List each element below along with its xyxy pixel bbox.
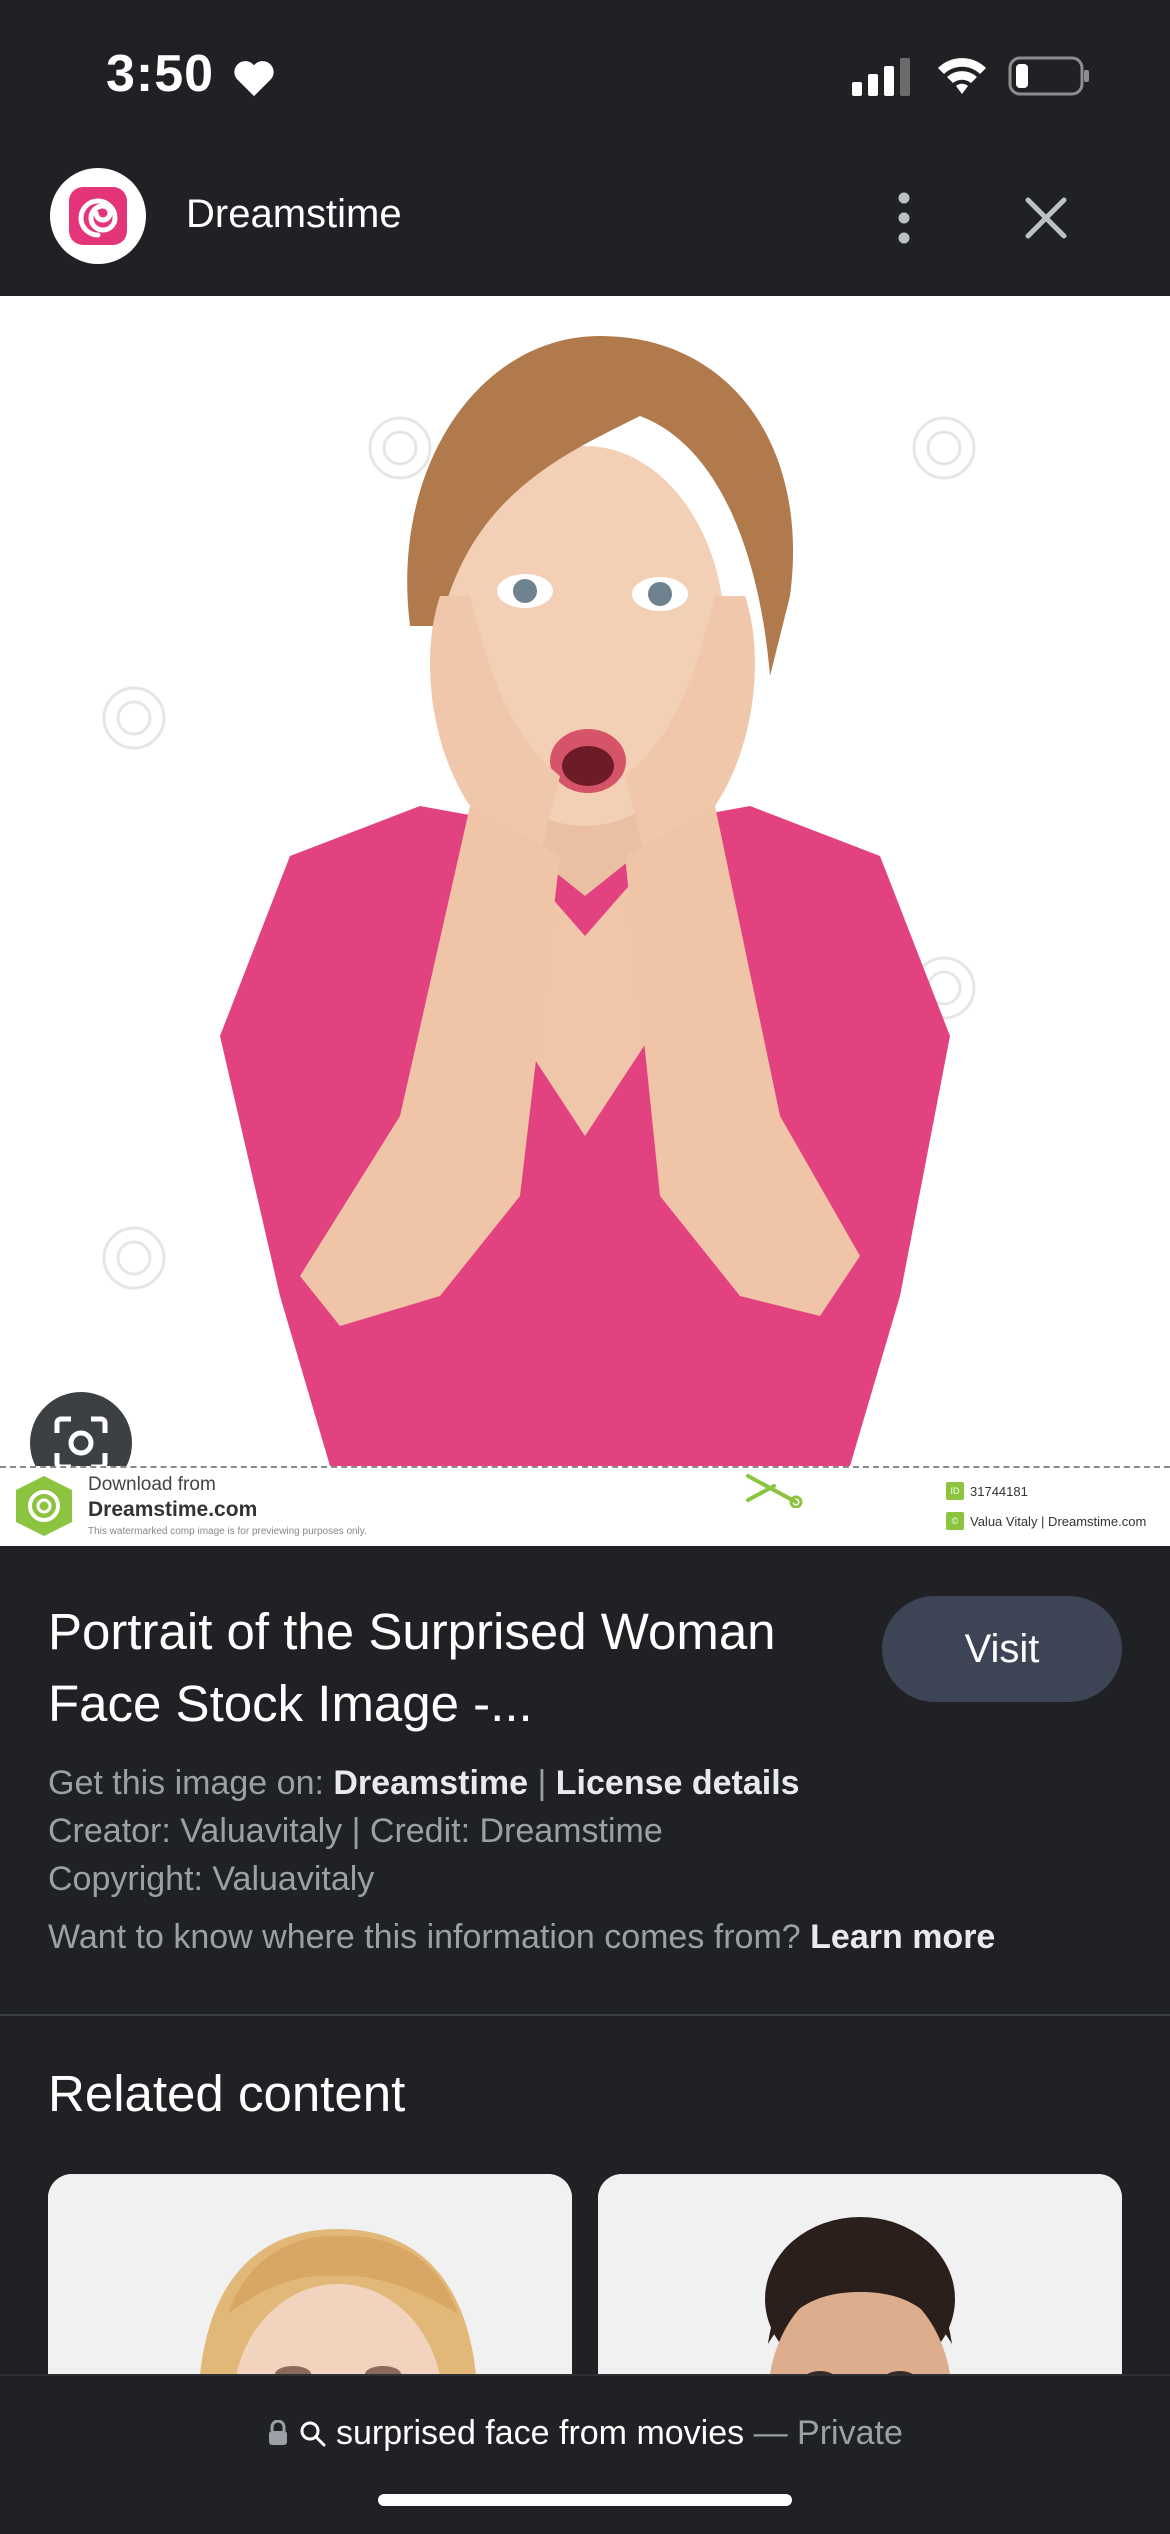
separator: | (537, 1764, 547, 1802)
info-question: Want to know where this information come… (48, 1918, 801, 1956)
more-options-button[interactable] (876, 186, 932, 250)
viewer-header: Dreamstime (0, 150, 1170, 296)
related-content-heading: Related content (48, 2065, 406, 2122)
strip-download-text: Download from (88, 1474, 216, 1495)
battery-icon (1008, 56, 1089, 96)
strip-image-id: ID 31744181 (946, 1482, 1028, 1500)
id-badge-icon: ID (946, 1482, 964, 1500)
heart-icon (234, 61, 274, 97)
get-image-site-link[interactable]: Dreamstime (333, 1764, 528, 1802)
close-icon (1025, 197, 1067, 239)
info-source-line: Want to know where this information come… (48, 1918, 995, 1957)
preview-image[interactable]: Download from Dreamstime.com This waterm… (0, 296, 1170, 1546)
strip-credit: © Valua Vitaly | Dreamstime.com (946, 1512, 1146, 1530)
lock-icon (269, 2419, 288, 2445)
creator-line: Creator: Valuavitaly | Credit: Dreamstim… (48, 1812, 663, 1850)
site-logo[interactable] (50, 168, 146, 264)
more-vert-icon (898, 192, 910, 244)
address-bar-text[interactable]: surprised face from movies — Private (0, 2414, 1170, 2453)
watermark-strip: Download from Dreamstime.com This waterm… (0, 1466, 1170, 1546)
scissors-icon (746, 1474, 803, 1508)
get-image-line: Get this image on: Dreamstime | License … (48, 1764, 800, 1803)
strip-site-text: Dreamstime.com (88, 1498, 258, 1521)
image-info-panel: Portrait of the Surprised Woman Face Sto… (0, 1546, 1170, 2016)
private-label: — Private (753, 2414, 903, 2452)
address-bar[interactable]: surprised face from movies — Private (0, 2374, 1170, 2534)
divider (0, 2014, 1170, 2016)
copyright-badge-icon: © (946, 1512, 964, 1530)
cellular-signal-icon (852, 58, 910, 96)
stock-photo-surprised-woman (102, 336, 976, 1466)
copyright-line: Copyright: Valuavitaly (48, 1860, 375, 1898)
wifi-icon (938, 58, 986, 94)
clock: 3:50 (106, 45, 215, 103)
home-indicator[interactable] (378, 2494, 792, 2506)
search-icon (300, 2421, 326, 2447)
license-details-link[interactable]: License details (556, 1764, 800, 1802)
visit-button[interactable]: Visit (882, 1596, 1122, 1702)
close-button[interactable] (1014, 186, 1078, 250)
learn-more-link[interactable]: Learn more (810, 1918, 995, 1956)
site-name[interactable]: Dreamstime (186, 192, 402, 237)
dreamstime-strip-logo-icon (16, 1476, 72, 1536)
image-title[interactable]: Portrait of the Surprised Woman Face Sto… (48, 1596, 808, 1740)
get-image-prefix: Get this image on: (48, 1764, 324, 1802)
status-bar: 3:50 (0, 0, 1170, 150)
strip-note-text: This watermarked comp image is for previ… (88, 1526, 367, 1537)
strip-id-value: 31744181 (970, 1483, 1028, 1499)
search-query: surprised face from movies (336, 2414, 745, 2452)
lens-icon (54, 1416, 108, 1470)
strip-credit-value: Valua Vitaly | Dreamstime.com (970, 1513, 1147, 1529)
dreamstime-swirl-icon (69, 187, 127, 245)
